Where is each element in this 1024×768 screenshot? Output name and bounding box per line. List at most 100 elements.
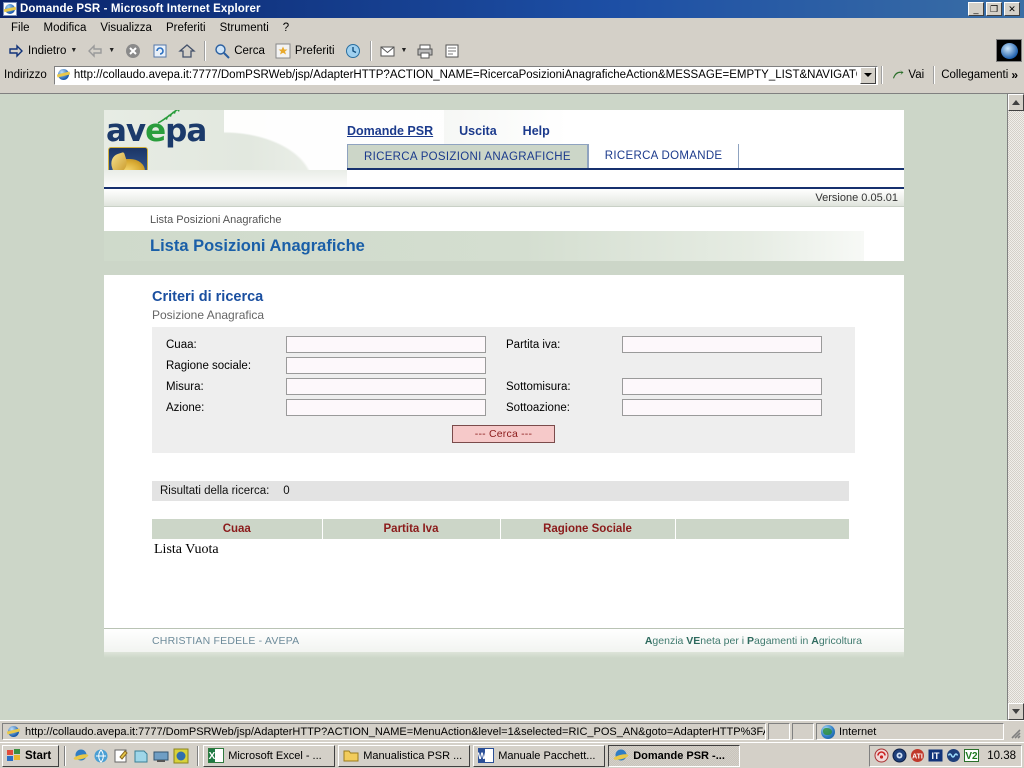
go-label: Vai xyxy=(908,69,925,81)
footer-t3: agamenti in xyxy=(754,634,812,647)
page-icon xyxy=(57,68,71,82)
back-button[interactable]: Indietro ▼ xyxy=(3,40,81,62)
restore-glyph: ❐ xyxy=(989,4,999,14)
system-tray: ATI IT V2 10.38 xyxy=(869,744,1022,767)
results-count: 0 xyxy=(283,485,290,497)
tray-language-icon[interactable]: IT xyxy=(928,748,943,763)
close-button[interactable]: ✕ xyxy=(1004,2,1020,16)
title-band-gap xyxy=(104,261,904,275)
stop-button[interactable] xyxy=(120,40,146,62)
partita-iva-input[interactable] xyxy=(622,336,822,353)
search-button[interactable]: Cerca xyxy=(209,40,269,62)
results-summary-bar: Risultati della ricerca: 0 xyxy=(152,481,849,501)
tray-network-icon[interactable] xyxy=(892,748,907,763)
task-button-domande-psr[interactable]: Domande PSR -... xyxy=(608,744,741,767)
edit-page-icon xyxy=(443,42,461,60)
quicklaunch-desktop-icon[interactable] xyxy=(153,748,169,764)
tab-ricerca-domande[interactable]: RICERCA DOMANDE xyxy=(587,144,740,168)
task-label: Domande PSR -... xyxy=(633,749,725,762)
criteria-row-azione: Azione: Sottoazione: xyxy=(160,397,847,418)
status-page-icon xyxy=(7,725,21,739)
tray-clock[interactable]: 10.38 xyxy=(982,750,1016,762)
favorites-button[interactable]: Preferiti xyxy=(270,40,339,62)
menu-item-modifica[interactable]: Modifica xyxy=(37,20,94,36)
footer-t2: neta per i xyxy=(700,634,747,647)
status-panel-spacer-1 xyxy=(768,723,790,740)
back-arrow-icon xyxy=(7,42,25,60)
restore-button[interactable]: ❐ xyxy=(986,2,1002,16)
chevron-down-icon xyxy=(864,73,873,77)
empty-list-message: Lista Vuota xyxy=(154,542,219,557)
search-section-subtitle: Posizione Anagrafica xyxy=(152,308,265,322)
resize-grip[interactable] xyxy=(1006,723,1022,740)
tab-ricerca-posizioni-anagrafiche[interactable]: RICERCA POSIZIONI ANAGRAFICHE xyxy=(347,144,588,168)
vertical-scrollbar[interactable] xyxy=(1007,94,1024,720)
mail-dropdown-icon[interactable]: ▼ xyxy=(401,47,408,54)
address-input[interactable]: http://collaudo.avepa.it:7777/DomPSRWeb/… xyxy=(53,65,879,85)
address-dropdown-button[interactable] xyxy=(860,66,877,84)
scroll-down-button[interactable] xyxy=(1008,703,1024,720)
forward-dropdown-icon[interactable]: ▼ xyxy=(108,47,115,54)
tray-ati-icon[interactable]: ATI xyxy=(910,748,925,763)
nav-link-help[interactable]: Help xyxy=(523,124,550,138)
version-strip: Versione 0.05.01 xyxy=(104,189,904,207)
minimize-button[interactable]: _ xyxy=(968,2,984,16)
quicklaunch-msn-icon[interactable] xyxy=(93,748,109,764)
print-button[interactable] xyxy=(412,40,438,62)
history-button[interactable] xyxy=(340,40,366,62)
task-button-manualistica[interactable]: Manualistica PSR ... xyxy=(338,744,471,767)
scroll-up-button[interactable] xyxy=(1008,94,1024,111)
column-header-cuaa[interactable]: Cuaa xyxy=(152,519,323,539)
menu-item-help[interactable]: ? xyxy=(276,20,296,36)
scrollbar-track[interactable] xyxy=(1008,111,1024,703)
edit-button[interactable] xyxy=(439,40,465,62)
mail-button[interactable]: ▼ xyxy=(375,40,412,62)
column-header-partita-iva[interactable]: Partita Iva xyxy=(322,519,501,539)
ie-animated-logo xyxy=(996,39,1022,62)
cuaa-input[interactable] xyxy=(286,336,486,353)
forward-button[interactable]: ▼ xyxy=(82,40,119,62)
column-header-ragione-sociale[interactable]: Ragione Sociale xyxy=(500,519,676,539)
quicklaunch-ie-icon[interactable] xyxy=(73,748,89,764)
sottomisura-input[interactable] xyxy=(622,378,822,395)
menu-item-visualizza[interactable]: Visualizza xyxy=(93,20,159,36)
tray-security-icon[interactable] xyxy=(874,748,889,763)
sottoazione-input[interactable] xyxy=(622,399,822,416)
menu-item-file[interactable]: File xyxy=(4,20,37,36)
home-button[interactable] xyxy=(174,40,200,62)
quicklaunch-media-icon[interactable] xyxy=(173,748,189,764)
menu-item-preferiti[interactable]: Preferiti xyxy=(159,20,213,36)
breadcrumb: Lista Posizioni Anagrafiche xyxy=(104,207,904,231)
refresh-icon xyxy=(151,42,169,60)
links-button[interactable]: Collegamenti » xyxy=(937,68,1022,82)
task-button-excel[interactable]: X Microsoft Excel - ... xyxy=(203,744,336,767)
close-glyph: ✕ xyxy=(1008,4,1016,14)
menu-item-strumenti[interactable]: Strumenti xyxy=(213,20,276,36)
criteria-row-submit: --- Cerca --- xyxy=(160,418,847,445)
ragione-sociale-input[interactable] xyxy=(286,357,486,374)
svg-text:IT: IT xyxy=(932,751,941,761)
refresh-button[interactable] xyxy=(147,40,173,62)
status-zone-panel[interactable]: Internet xyxy=(816,723,1004,740)
task-button-manuale-pacchetto[interactable]: W Manuale Pacchett... xyxy=(473,744,606,767)
tray-badge-icon[interactable]: V2 xyxy=(964,748,980,763)
ie-window-icon xyxy=(3,2,17,16)
azione-input[interactable] xyxy=(286,399,486,416)
misura-input[interactable] xyxy=(286,378,486,395)
window-title: Domande PSR - Microsoft Internet Explore… xyxy=(20,3,261,15)
footer-t4: gricoltura xyxy=(818,634,862,647)
start-button[interactable]: Start xyxy=(2,744,60,767)
links-chevron-icon[interactable]: » xyxy=(1011,68,1018,82)
quicklaunch-notes-icon[interactable] xyxy=(133,748,149,764)
tray-volume-icon[interactable] xyxy=(946,748,961,763)
nav-link-domande-psr[interactable]: Domande PSR xyxy=(347,124,433,138)
breadcrumb-text: Lista Posizioni Anagrafiche xyxy=(150,214,282,226)
top-navigation: Domande PSR Uscita Help xyxy=(347,124,550,138)
go-button[interactable]: Vai xyxy=(885,68,930,82)
nav-link-uscita[interactable]: Uscita xyxy=(459,124,497,138)
back-dropdown-icon[interactable]: ▼ xyxy=(70,47,77,54)
quicklaunch-editor-icon[interactable] xyxy=(113,748,129,764)
chevron-down-icon xyxy=(1012,709,1020,714)
footer-a2: VE xyxy=(686,634,701,647)
search-submit-button[interactable]: --- Cerca --- xyxy=(451,425,556,443)
